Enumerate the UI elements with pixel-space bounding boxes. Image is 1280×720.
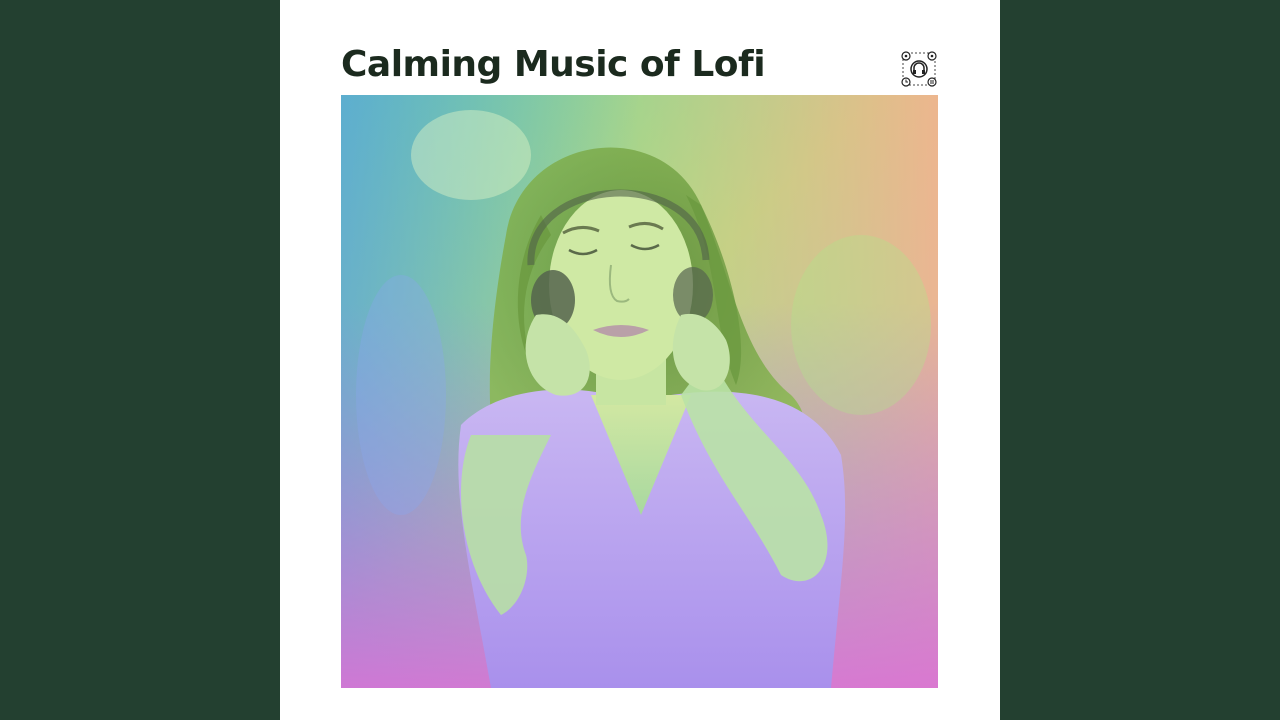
right-background <box>1000 0 1280 720</box>
headphones-badge-icon <box>900 50 938 88</box>
album-title: Calming Music of Lofi <box>341 44 766 85</box>
cover-photo <box>341 95 938 688</box>
album-cover: Calming Music of Lofi <box>280 0 1000 720</box>
left-background <box>0 0 280 720</box>
